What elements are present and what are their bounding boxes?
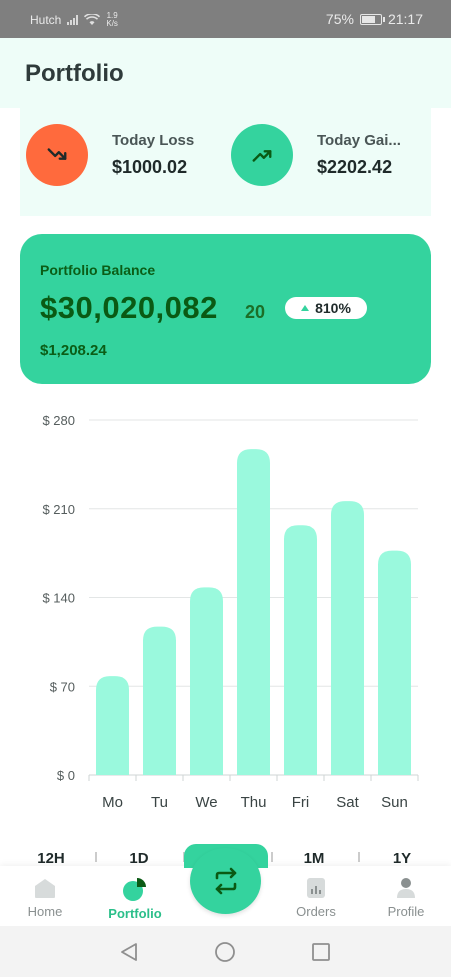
page-title: Portfolio <box>25 60 124 87</box>
nav-portfolio[interactable]: Portfolio <box>95 876 175 921</box>
signal-icon <box>67 15 79 25</box>
home-circle-icon[interactable] <box>214 941 236 963</box>
network-speed: 1.9 K/s <box>106 12 118 28</box>
nav-home-label: Home <box>27 904 63 919</box>
wifi-icon <box>84 14 101 25</box>
range-separator <box>95 852 97 862</box>
x-tick-label: Thu <box>241 794 267 811</box>
y-tick-label: $ 0 <box>57 768 75 783</box>
back-icon[interactable] <box>118 941 140 963</box>
range-separator <box>271 852 273 862</box>
up-arrow-icon <box>301 305 310 311</box>
x-tick-label: Sun <box>381 794 408 811</box>
range-separator <box>358 852 360 862</box>
bar-thu[interactable] <box>237 449 270 775</box>
carrier-name: Hutch <box>30 13 62 27</box>
bar-mo[interactable] <box>96 676 129 775</box>
nav-portfolio-label: Portfolio <box>108 906 162 921</box>
nav-profile[interactable]: Profile <box>366 876 446 919</box>
x-tick-label: Sat <box>336 794 359 811</box>
battery-fill <box>361 15 375 23</box>
weekly-bar-chart: $ 0 $ 70 $ 140 $ 210 $ 280 Mo Tu We Thu Fri Sat Sun <box>0 400 451 820</box>
bar-fri[interactable] <box>284 525 317 775</box>
nav-home[interactable]: Home <box>5 876 85 919</box>
home-icon <box>35 879 55 898</box>
x-tick-label: Tu <box>151 794 168 811</box>
bar-tu[interactable] <box>143 626 176 775</box>
portfolio-balance-card[interactable]: Portfolio Balance $30,020,082 20 810% $1… <box>20 234 431 384</box>
loss-label: Today Loss <box>112 132 195 149</box>
orders-icon <box>307 878 325 898</box>
bar-sat[interactable] <box>331 501 364 775</box>
swap-button[interactable] <box>190 848 261 914</box>
percent-change-badge: 810% <box>285 297 367 319</box>
gain-label: Today Gai... <box>317 132 401 149</box>
percent-change: 810% <box>315 300 351 316</box>
recents-icon[interactable] <box>310 941 332 963</box>
balance-change: $1,208.24 <box>40 342 107 359</box>
pie-chart-icon <box>123 878 146 901</box>
status-left: Hutch 1.9 K/s <box>30 12 118 28</box>
range-1m[interactable]: 1M <box>294 850 334 867</box>
nav-profile-label: Profile <box>387 904 425 919</box>
y-tick-label: $ 210 <box>42 502 75 517</box>
y-tick-label: $ 70 <box>50 679 75 694</box>
clock: 21:17 <box>387 11 423 27</box>
balance-cents: 20 <box>245 302 266 322</box>
battery-icon <box>359 13 385 25</box>
x-tick-label: Fri <box>292 794 310 811</box>
x-tick-label: We <box>195 794 217 811</box>
profile-icon <box>397 878 415 898</box>
range-1y[interactable]: 1Y <box>382 850 422 867</box>
range-1d[interactable]: 1D <box>119 850 159 867</box>
range-12h[interactable]: 12H <box>31 850 71 867</box>
swap-icon <box>215 867 236 895</box>
today-gain[interactable]: Today Gai... $2202.42 <box>231 124 401 186</box>
system-navigation-bar <box>0 926 451 977</box>
speed-unit: K/s <box>106 19 118 28</box>
app-header: Portfolio <box>0 38 451 108</box>
balance-title: Portfolio Balance <box>40 262 156 278</box>
bar-sun[interactable] <box>378 550 411 775</box>
nav-orders-label: Orders <box>296 904 336 919</box>
today-loss[interactable]: Today Loss $1000.02 <box>26 124 194 186</box>
battery-percent: 75% <box>325 11 354 27</box>
bar-chart-svg: $ 0 $ 70 $ 140 $ 210 $ 280 Mo Tu We Thu Fri Sat Sun <box>42 413 419 811</box>
status-bar: Hutch 1.9 K/s 75% 21:17 <box>0 0 451 38</box>
loss-value: $1000.02 <box>112 157 188 177</box>
balance-amount: $30,020,082 <box>40 290 218 325</box>
nav-orders[interactable]: Orders <box>276 876 356 919</box>
gain-value: $2202.42 <box>317 157 393 177</box>
x-tick-label: Mo <box>102 794 123 811</box>
y-tick-label: $ 140 <box>42 591 75 606</box>
status-right: 75% 21:17 <box>326 11 423 27</box>
trending-down-icon <box>26 124 88 186</box>
trending-up-icon <box>231 124 293 186</box>
daily-summary: Today Loss $1000.02 Today Gai... $2202.4… <box>20 108 431 216</box>
y-tick-label: $ 280 <box>42 413 75 428</box>
bar-we[interactable] <box>190 587 223 775</box>
